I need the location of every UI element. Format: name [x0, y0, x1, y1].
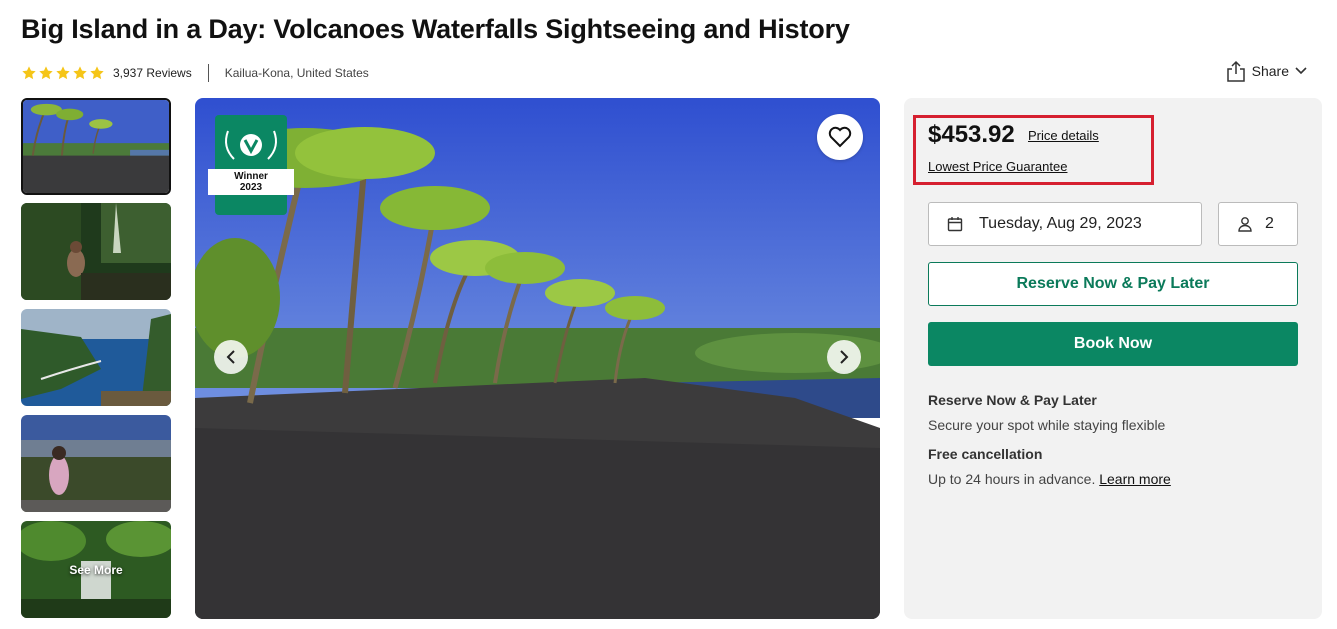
share-icon — [1226, 60, 1245, 82]
chevron-down-icon — [1295, 67, 1307, 75]
thumbnail-1[interactable] — [21, 98, 171, 195]
next-photo-button[interactable] — [827, 340, 861, 374]
location-text: Kailua-Kona, United States — [224, 66, 369, 80]
see-more-label: See More — [69, 562, 123, 577]
date-picker[interactable]: Tuesday, Aug 29, 2023 — [928, 202, 1202, 246]
badge-text: Winner 2023 — [208, 171, 294, 193]
page-title: Big Island in a Day: Volcanoes Waterfall… — [21, 14, 850, 44]
thumbnail-3[interactable] — [21, 309, 171, 406]
share-button[interactable]: Share — [1226, 60, 1307, 82]
save-to-wishlist-button[interactable] — [817, 114, 863, 160]
coastal-cliffs-photo — [21, 309, 171, 406]
learn-more-link[interactable]: Learn more — [1099, 471, 1171, 487]
lava-field-photo — [21, 415, 171, 512]
person-icon — [1238, 217, 1252, 232]
book-now-button[interactable]: Book Now — [928, 322, 1298, 366]
forest-trail-photo — [21, 203, 171, 300]
award-badge-icon — [208, 115, 294, 215]
share-label: Share — [1251, 63, 1289, 79]
badge-line-2: 2023 — [239, 182, 263, 193]
lowest-price-guarantee-link[interactable]: Lowest Price Guarantee — [928, 159, 1067, 174]
badge-line-1: Winner — [234, 171, 268, 182]
calendar-icon — [947, 217, 963, 232]
thumbnail-2[interactable] — [21, 203, 171, 300]
info-text-cancellation: Up to 24 hours in advance. Learn more — [928, 471, 1171, 487]
reviews-link[interactable]: 3,937 Reviews — [113, 66, 192, 80]
chevron-left-icon — [226, 350, 235, 364]
winner-badge: Winner 2023 — [208, 115, 294, 215]
star-icon — [22, 66, 36, 80]
thumbnail-4[interactable] — [21, 415, 171, 512]
heart-icon — [828, 126, 852, 148]
chevron-right-icon — [840, 350, 849, 364]
rating-stars[interactable] — [21, 65, 105, 81]
info-title-reserve: Reserve Now & Pay Later — [928, 392, 1097, 408]
star-icon — [73, 66, 87, 80]
thumbnail-5[interactable]: See More — [21, 521, 171, 618]
star-icon — [90, 66, 104, 80]
star-icon — [39, 66, 53, 80]
star-icon — [56, 66, 70, 80]
price-details-link[interactable]: Price details — [1028, 128, 1099, 143]
info-text-reserve: Secure your spot while staying flexible — [928, 417, 1166, 433]
main-photo[interactable]: Winner 2023 — [195, 98, 880, 619]
travelers-picker[interactable]: 2 — [1218, 202, 1298, 246]
price: $453.92 — [928, 121, 1015, 148]
travelers-count: 2 — [1265, 215, 1274, 232]
cancellation-text: Up to 24 hours in advance. — [928, 471, 1096, 487]
info-title-cancellation: Free cancellation — [928, 446, 1043, 462]
rating-row: 3,937 Reviews Kailua-Kona, United States — [21, 63, 369, 83]
black-sand-beach-photo — [23, 100, 169, 193]
date-value: Tuesday, Aug 29, 2023 — [979, 215, 1142, 232]
previous-photo-button[interactable] — [214, 340, 248, 374]
black-sand-beach-hero-photo — [195, 98, 880, 619]
divider — [207, 64, 209, 82]
reserve-now-pay-later-button[interactable]: Reserve Now & Pay Later — [928, 262, 1298, 306]
